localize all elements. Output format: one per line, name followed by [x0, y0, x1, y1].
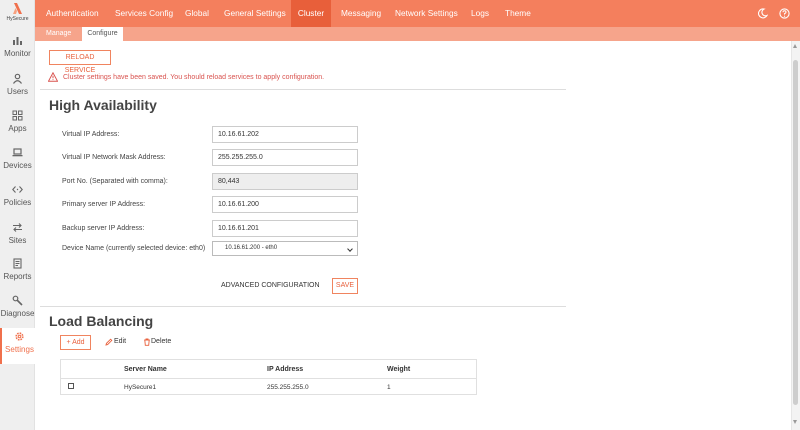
label-backup-ip: Backup server IP Address:	[62, 225, 145, 232]
sidebar-item-label: Policies	[3, 198, 32, 207]
app-root: HySecure Monitor Users Apps Devices Poli…	[0, 0, 800, 430]
port-no-input: 80,443	[212, 173, 358, 190]
warning-icon	[48, 72, 58, 82]
backup-ip-input[interactable]: 10.16.61.201	[212, 220, 358, 237]
row-checkbox[interactable]	[68, 383, 74, 389]
label-port-no: Port No. (Separated with comma):	[62, 178, 168, 185]
delete-button[interactable]: Delete	[143, 335, 171, 349]
table-header-divider	[60, 378, 477, 379]
label-virtual-ip: Virtual IP Address:	[62, 131, 120, 138]
edit-label: Edit	[114, 338, 127, 345]
laptop-icon	[12, 148, 23, 157]
scroll-up-icon[interactable]	[793, 44, 797, 48]
logo-text: HySecure	[6, 16, 29, 22]
sidebar-item-label: Settings	[5, 345, 34, 354]
pencil-icon	[105, 338, 113, 346]
section-title-ha: High Availability	[49, 97, 157, 113]
device-select-value: 10.16.61.200 - eth0	[225, 245, 278, 251]
moon-icon[interactable]	[757, 8, 768, 19]
label-device-name: Device Name (currently selected device: …	[62, 245, 206, 252]
tab-logs[interactable]: Logs	[471, 0, 489, 27]
divider	[40, 306, 566, 307]
column-header-ip-address[interactable]: IP Address	[267, 366, 303, 373]
logo[interactable]: HySecure	[0, 0, 35, 27]
document-icon	[13, 258, 22, 269]
tab-authentication[interactable]: Authentication	[46, 0, 99, 27]
wrench-icon	[12, 295, 23, 306]
tab-general-settings[interactable]: General Settings	[224, 0, 286, 27]
sub-nav: Manage Configure	[35, 27, 800, 41]
section-title-lb: Load Balancing	[49, 313, 154, 329]
top-nav: Authentication Services Config Global Ge…	[35, 0, 800, 27]
table-cell-ip-address: 255.255.255.0	[267, 384, 309, 391]
sidebar-item-label: Diagnose	[0, 309, 35, 318]
sidebar-item-users[interactable]: Users	[0, 70, 35, 106]
sidebar-item-devices[interactable]: Devices	[0, 144, 35, 180]
gear-icon	[15, 332, 24, 341]
subtab-manage[interactable]: Manage	[46, 27, 71, 41]
label-primary-ip: Primary server IP Address:	[62, 201, 146, 208]
scroll-down-icon[interactable]	[793, 420, 797, 424]
sidebar-item-label: Reports	[3, 272, 32, 281]
tab-network-settings[interactable]: Network Settings	[395, 0, 458, 27]
advanced-configuration-link[interactable]: ADVANCED CONFIGURATION	[221, 282, 320, 289]
sidebar-item-label: Monitor	[4, 49, 31, 58]
sidebar-item-diagnose[interactable]: Diagnose	[0, 292, 35, 328]
save-button[interactable]: SAVE	[332, 278, 358, 294]
sidebar-item-label: Sites	[8, 236, 27, 245]
virtual-mask-input[interactable]: 255.255.255.0	[212, 149, 358, 166]
delete-label: Delete	[151, 338, 172, 345]
device-select[interactable]: 10.16.61.200 - eth0	[212, 241, 358, 256]
code-arrows-icon	[12, 186, 23, 193]
add-button[interactable]: + Add	[60, 335, 91, 350]
hysecure-logo-icon	[13, 3, 22, 14]
sidebar-item-label: Devices	[3, 161, 32, 170]
help-icon[interactable]	[779, 8, 790, 19]
user-icon	[13, 73, 22, 84]
tab-cluster[interactable]: Cluster	[291, 0, 331, 27]
chevron-down-icon	[347, 246, 353, 252]
sidebar-item-apps[interactable]: Apps	[0, 107, 35, 143]
column-header-server-name[interactable]: Server Name	[124, 366, 167, 373]
reload-service-button[interactable]: RELOAD SERVICE	[49, 50, 111, 74]
sidebar-item-sites[interactable]: Sites	[0, 219, 35, 255]
tab-services-config[interactable]: Services Config	[115, 0, 173, 27]
sidebar: HySecure Monitor Users Apps Devices Poli…	[0, 0, 35, 430]
tab-theme[interactable]: Theme	[505, 0, 531, 27]
tab-messaging[interactable]: Messaging	[341, 0, 381, 27]
apps-grid-icon	[12, 110, 23, 121]
trash-icon	[144, 338, 150, 346]
primary-ip-input[interactable]: 10.16.61.200	[212, 196, 358, 213]
swap-arrows-icon	[13, 223, 22, 232]
sidebar-item-label: Apps	[8, 124, 27, 133]
table-cell-server-name: HySecure1	[124, 384, 157, 391]
scrollbar-thumb[interactable]	[793, 60, 798, 405]
sidebar-item-policies[interactable]: Policies	[0, 181, 35, 217]
label-virtual-mask: Virtual IP Network Mask Address:	[62, 154, 166, 161]
sidebar-item-settings[interactable]: Settings	[0, 328, 35, 364]
sidebar-item-label: Users	[7, 87, 28, 96]
divider	[40, 89, 566, 90]
column-header-weight[interactable]: Weight	[387, 366, 410, 373]
sidebar-item-monitor[interactable]: Monitor	[0, 32, 35, 68]
tab-global[interactable]: Global	[185, 0, 209, 27]
table-cell-weight: 1	[387, 384, 391, 391]
bar-chart-icon	[13, 37, 22, 45]
subtab-configure[interactable]: Configure	[81, 27, 123, 41]
virtual-ip-input[interactable]: 10.16.61.202	[212, 126, 358, 143]
alert-text: Cluster settings have been saved. You sh…	[63, 74, 325, 81]
edit-button[interactable]: Edit	[105, 335, 126, 349]
sidebar-item-reports[interactable]: Reports	[0, 255, 35, 291]
